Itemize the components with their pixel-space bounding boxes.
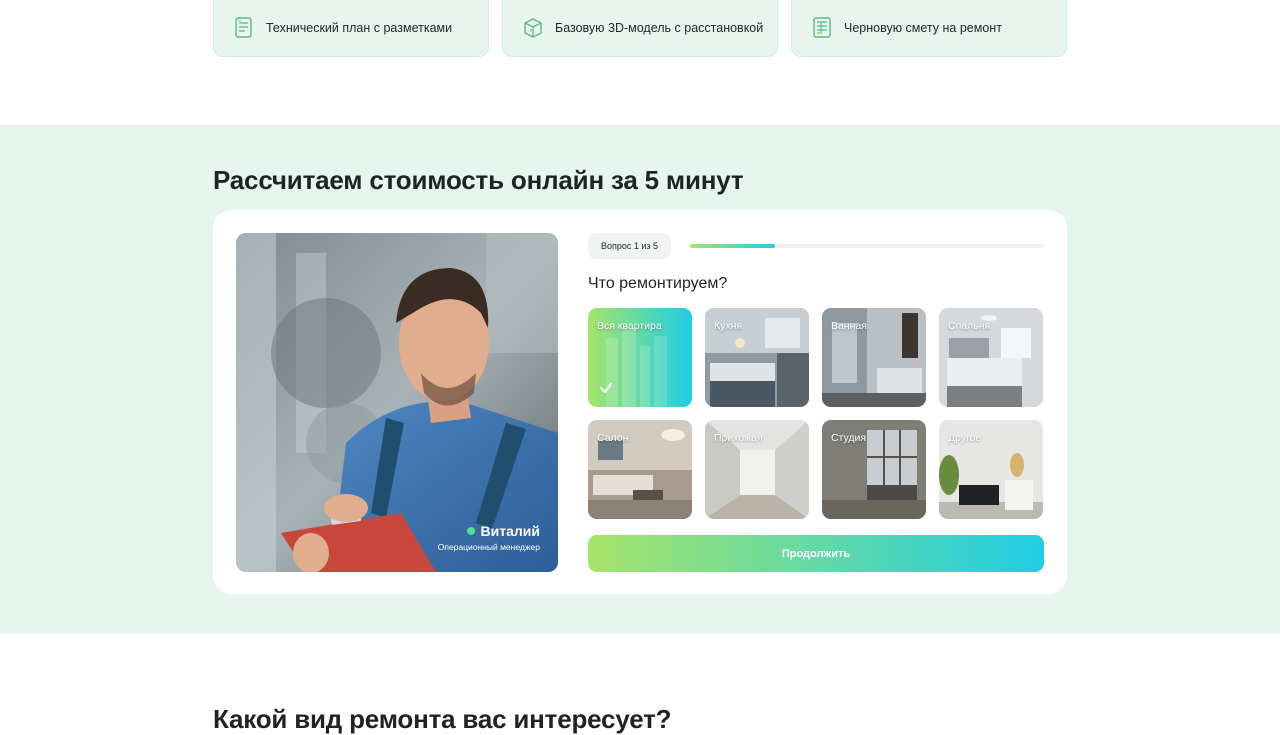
option-whole-apartment[interactable]: Вся квартира	[588, 308, 692, 407]
room-options: Вся квартира Кухня Ванная Спальня Салон …	[588, 308, 1044, 519]
feature-label: Технический план с разметками	[266, 21, 453, 35]
feature-card-plan: Технический план с разметками	[213, 0, 489, 57]
option-bathroom[interactable]: Ванная	[822, 308, 926, 407]
option-label: Прихожая	[714, 432, 763, 444]
step-badge: Вопрос 1 из 5	[588, 233, 672, 259]
manager-role: Операционный менеджер	[437, 542, 540, 552]
check-icon	[600, 383, 612, 393]
option-label: Ванная	[831, 320, 867, 332]
estimate-icon	[812, 17, 832, 39]
option-studio[interactable]: Студия	[822, 420, 926, 519]
online-status-icon	[466, 527, 475, 535]
option-label: Кухня	[714, 320, 743, 332]
feature-card-estimate: Черновую смету на ремонт	[791, 0, 1067, 57]
calculator-card: Виталий Операционный менеджер Вопрос 1 и…	[213, 210, 1067, 594]
features-row: Технический план с разметками Базовую 3D…	[213, 0, 1067, 57]
manager-name-row: Виталий	[438, 523, 540, 539]
option-label: Студия	[831, 432, 867, 444]
option-other[interactable]: Другое	[939, 420, 1043, 519]
quiz-panel: Вопрос 1 из 5 Что ремонтируем? Вся кварт…	[588, 233, 1044, 572]
continue-button[interactable]: Продолжить	[588, 535, 1044, 572]
feature-label: Базовую 3D-модель с расстановкой	[555, 21, 764, 35]
option-hallway[interactable]: Прихожая	[705, 420, 809, 519]
option-label: Спальня	[948, 320, 991, 332]
manager-name: Виталий	[480, 523, 540, 539]
option-label: Салон	[597, 432, 629, 444]
feature-label: Черновую смету на ремонт	[844, 21, 1002, 35]
calculator-section: Рассчитаем стоимость онлайн за 5 минут В…	[0, 125, 1280, 634]
feature-card-3d-model: Базовую 3D-модель с расстановкой	[502, 0, 778, 57]
manager-photo: Виталий Операционный менеджер	[236, 233, 558, 572]
question-title: Что ремонтируем?	[588, 275, 728, 292]
progress-bar	[690, 244, 1044, 248]
progress-fill	[690, 244, 775, 248]
plan-icon	[234, 17, 254, 39]
option-living-room[interactable]: Салон	[588, 420, 692, 519]
3d-box-icon	[523, 17, 543, 39]
option-bedroom[interactable]: Спальня	[939, 308, 1043, 407]
option-label: Другое	[948, 432, 982, 444]
calculator-title: Рассчитаем стоимость онлайн за 5 минут	[213, 165, 744, 195]
manager-info: Виталий Операционный менеджер	[438, 523, 540, 552]
option-kitchen[interactable]: Кухня	[705, 308, 809, 407]
option-label: Вся квартира	[597, 320, 662, 332]
